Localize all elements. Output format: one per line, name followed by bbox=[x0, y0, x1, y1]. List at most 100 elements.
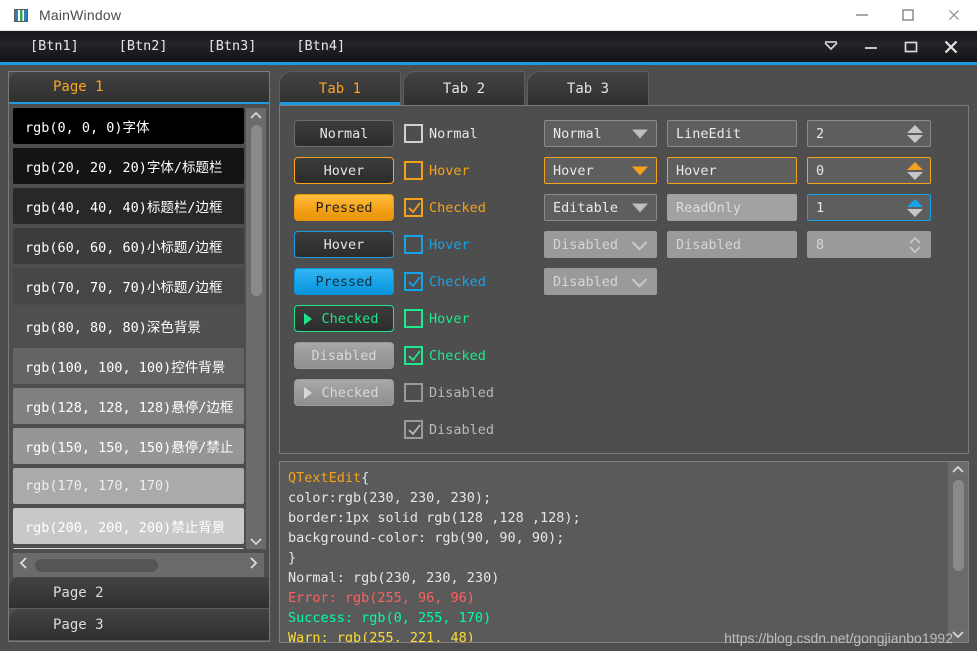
line-edit[interactable]: Disabled bbox=[667, 231, 797, 258]
checkbox[interactable]: Normal bbox=[404, 120, 534, 147]
minimize-icon[interactable] bbox=[851, 31, 891, 62]
scroll-handle[interactable] bbox=[952, 480, 964, 571]
list-item[interactable]: rgb(200, 200, 200)禁止背景 bbox=[13, 508, 244, 544]
minimize-icon[interactable] bbox=[839, 0, 885, 31]
list-item[interactable]: rgb(80, 80, 80)深色背景 bbox=[13, 308, 244, 344]
push-button[interactable]: Normal bbox=[294, 120, 394, 147]
chevron-left-icon[interactable] bbox=[13, 555, 35, 575]
spinbox-up-icon[interactable] bbox=[907, 124, 923, 133]
chevron-right-icon[interactable] bbox=[242, 555, 264, 575]
toolbar-button-2[interactable]: [Btn2] bbox=[109, 31, 178, 62]
list-item[interactable]: rgb(60, 60, 60)小标题/边框 bbox=[13, 228, 244, 264]
push-button[interactable]: Pressed bbox=[294, 268, 394, 295]
spinbox[interactable]: 1 bbox=[807, 194, 931, 221]
checkbox-checked-icon[interactable] bbox=[404, 420, 423, 439]
checkbox[interactable]: Disabled bbox=[404, 379, 534, 406]
chevron-down-icon[interactable] bbox=[632, 203, 648, 212]
toolbar-button-3[interactable]: [Btn3] bbox=[198, 31, 267, 62]
tab-3[interactable]: Tab 3 bbox=[527, 71, 649, 105]
combobox[interactable]: Normal bbox=[544, 120, 657, 147]
checkbox[interactable]: Checked bbox=[404, 268, 534, 295]
push-button[interactable]: Pressed bbox=[294, 194, 394, 221]
close-icon[interactable] bbox=[931, 31, 971, 62]
checkbox[interactable]: Checked bbox=[404, 342, 534, 369]
chevron-up-icon[interactable] bbox=[948, 462, 968, 478]
text-edit[interactable]: QTextEdit{color:rgb(230, 230, 230); borde… bbox=[279, 461, 969, 643]
toolbar-button-4[interactable]: [Btn4] bbox=[286, 31, 355, 62]
list-item[interactable]: rgb(40, 40, 40)标题栏/边框 bbox=[13, 188, 244, 224]
list-item[interactable]: rgb(150, 150, 150)悬停/禁止 bbox=[13, 428, 244, 464]
line-edit[interactable]: ReadOnly bbox=[667, 194, 797, 221]
list-item[interactable]: rgb(70, 70, 70)小标题/边框 bbox=[13, 268, 244, 304]
checkbox-checked-icon[interactable] bbox=[404, 198, 423, 217]
toolbox-page-1-header[interactable]: Page 1 bbox=[9, 72, 269, 104]
checkbox-empty-icon[interactable] bbox=[404, 309, 423, 328]
chevron-down-icon[interactable] bbox=[632, 129, 648, 138]
push-button[interactable]: Checked bbox=[294, 305, 394, 332]
checkbox[interactable]: Disabled bbox=[404, 416, 534, 443]
spinbox-down-icon[interactable] bbox=[907, 171, 923, 180]
text-edit-content[interactable]: QTextEdit{color:rgb(230, 230, 230); borde… bbox=[280, 462, 948, 642]
toolbox-page-3-header[interactable]: Page 3 bbox=[9, 609, 269, 641]
maximize-icon[interactable] bbox=[885, 0, 931, 31]
list-item[interactable]: rgb(128, 128, 128)悬停/边框 bbox=[13, 388, 244, 424]
push-button[interactable]: Disabled bbox=[294, 342, 394, 369]
text-edit-vertical-scrollbar[interactable] bbox=[948, 462, 968, 642]
scroll-track[interactable] bbox=[246, 124, 266, 533]
chevron-up-icon[interactable] bbox=[246, 108, 266, 124]
spinbox-down-icon[interactable] bbox=[907, 134, 923, 143]
color-list-horizontal-scrollbar[interactable] bbox=[13, 553, 264, 577]
list-item[interactable]: rgb(220, 220, 220) bbox=[13, 548, 244, 549]
scroll-track[interactable] bbox=[35, 553, 242, 577]
chevron-down-icon[interactable] bbox=[246, 533, 266, 549]
line-edit[interactable]: LineEdit bbox=[667, 120, 797, 147]
checkbox-checked-icon[interactable] bbox=[404, 272, 423, 291]
checkbox[interactable]: Checked bbox=[404, 194, 534, 221]
list-item[interactable]: rgb(100, 100, 100)控件背景 bbox=[13, 348, 244, 384]
spinbox-up-icon[interactable] bbox=[907, 161, 923, 170]
combobox[interactable]: Disabled bbox=[544, 268, 657, 295]
line-edit-value: LineEdit bbox=[676, 125, 742, 142]
spinbox-down-icon[interactable] bbox=[907, 208, 923, 217]
toolbar-button-1[interactable]: [Btn1] bbox=[20, 31, 89, 62]
list-item[interactable]: rgb(20, 20, 20)字体/标题栏 bbox=[13, 148, 244, 184]
chevron-down-icon[interactable] bbox=[948, 626, 968, 642]
checkbox-empty-icon[interactable] bbox=[404, 235, 423, 254]
close-icon[interactable] bbox=[931, 0, 977, 31]
toolbox-page-2-header[interactable]: Page 2 bbox=[9, 577, 269, 609]
chevron-down-icon[interactable] bbox=[631, 271, 648, 288]
push-button[interactable]: Hover bbox=[294, 231, 394, 258]
tab-1[interactable]: Tab 1 bbox=[279, 71, 401, 105]
list-item[interactable]: rgb(170, 170, 170) bbox=[13, 468, 244, 504]
push-button[interactable]: Checked bbox=[294, 379, 394, 406]
checkbox-checked-icon[interactable] bbox=[404, 346, 423, 365]
checkbox[interactable]: Hover bbox=[404, 157, 534, 184]
maximize-icon[interactable] bbox=[891, 31, 931, 62]
color-list-vertical-scrollbar[interactable] bbox=[246, 108, 266, 549]
tab-2[interactable]: Tab 2 bbox=[403, 71, 525, 105]
checkbox[interactable]: Hover bbox=[404, 305, 534, 332]
line-edit[interactable]: Hover bbox=[667, 157, 797, 184]
spinbox[interactable]: 0 bbox=[807, 157, 931, 184]
scroll-handle[interactable] bbox=[35, 558, 158, 572]
spinbox-up-icon[interactable] bbox=[907, 198, 923, 207]
color-list[interactable]: rgb(0, 0, 0)字体 rgb(20, 20, 20)字体/标题栏 rgb(4… bbox=[13, 108, 244, 549]
checkbox-empty-icon[interactable] bbox=[404, 124, 423, 143]
checkbox[interactable]: Hover bbox=[404, 231, 534, 258]
list-item[interactable]: rgb(0, 0, 0)字体 bbox=[13, 108, 244, 144]
push-button[interactable]: Hover bbox=[294, 157, 394, 184]
combobox[interactable]: Editable bbox=[544, 194, 657, 221]
chevron-down-icon[interactable] bbox=[631, 234, 648, 251]
scroll-handle[interactable] bbox=[250, 125, 262, 296]
collapse-icon[interactable] bbox=[811, 31, 851, 62]
scroll-track[interactable] bbox=[948, 478, 968, 626]
window-title: MainWindow bbox=[39, 7, 122, 23]
spinbox[interactable]: 8 bbox=[807, 231, 931, 258]
combobox[interactable]: Hover bbox=[544, 157, 657, 184]
spinbox[interactable]: 2 bbox=[807, 120, 931, 147]
checkbox-empty-icon[interactable] bbox=[404, 161, 423, 180]
text-edit-token: { bbox=[361, 470, 370, 486]
checkbox-empty-icon[interactable] bbox=[404, 383, 423, 402]
chevron-down-icon[interactable] bbox=[632, 166, 648, 175]
combobox[interactable]: Disabled bbox=[544, 231, 657, 258]
